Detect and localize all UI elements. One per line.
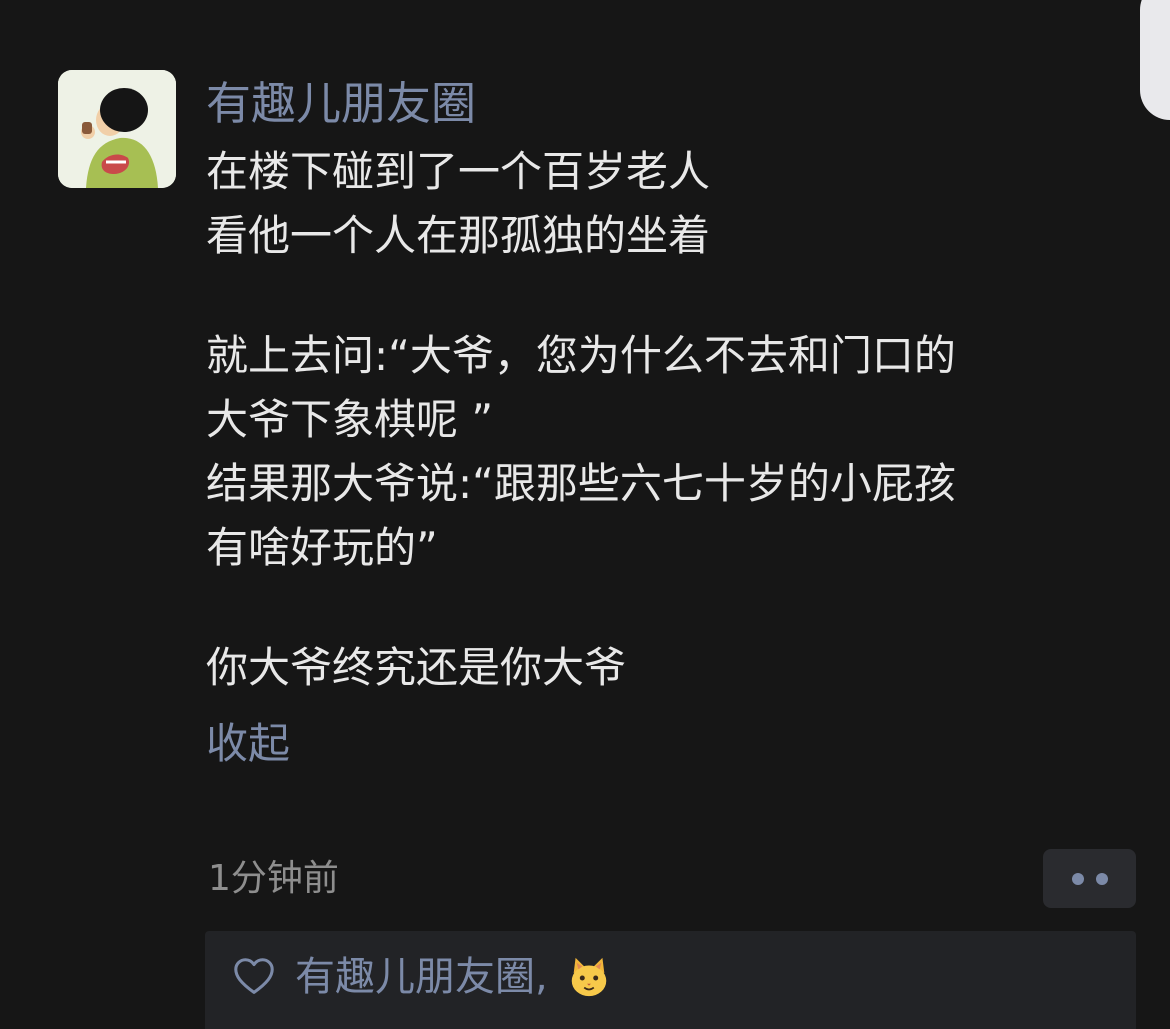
- post-body: 有趣儿朋友圈 在楼下碰到了一个百岁老人 看他一个人在那孤独的坐着 就上去问:“大…: [206, 72, 1126, 776]
- content-line: 在楼下碰到了一个百岁老人: [206, 147, 711, 196]
- more-dot-icon: [1095, 872, 1108, 885]
- content-line: 有啥好玩的”: [206, 523, 438, 572]
- content-line: 就上去问:“大爷，您为什么不去和门口的: [206, 331, 956, 380]
- more-dot-icon: [1071, 872, 1084, 885]
- cat-face-emoji-icon: [571, 957, 606, 997]
- post-timestamp: 1分钟前: [208, 858, 339, 899]
- liker-names[interactable]: 有趣儿朋友圈,: [295, 947, 548, 1007]
- heart-outline-icon: [234, 958, 274, 994]
- likes-row: 有趣儿朋友圈,: [231, 947, 612, 1007]
- likes-panel: 有趣儿朋友圈,: [205, 931, 1136, 1029]
- scroll-indicator: [1140, 0, 1170, 120]
- author-name[interactable]: 有趣儿朋友圈: [206, 72, 1126, 136]
- collapse-link[interactable]: 收起: [206, 712, 1126, 776]
- cartoon-boy-avatar-icon: [58, 70, 176, 188]
- content-line: 大爷下象棋呢 ”: [206, 395, 494, 444]
- content-blank-line: [206, 268, 1126, 324]
- post-content: 在楼下碰到了一个百岁老人 看他一个人在那孤独的坐着 就上去问:“大爷，您为什么不…: [206, 140, 1126, 700]
- avatar[interactable]: [58, 70, 176, 188]
- more-button[interactable]: [1043, 849, 1136, 908]
- content-line: 看他一个人在那孤独的坐着: [206, 211, 711, 260]
- content-line: 你大爷终究还是你大爷: [206, 643, 627, 692]
- content-line: 结果那大爷说:“跟那些六七十岁的小屁孩: [206, 459, 956, 508]
- content-blank-line: [206, 580, 1126, 636]
